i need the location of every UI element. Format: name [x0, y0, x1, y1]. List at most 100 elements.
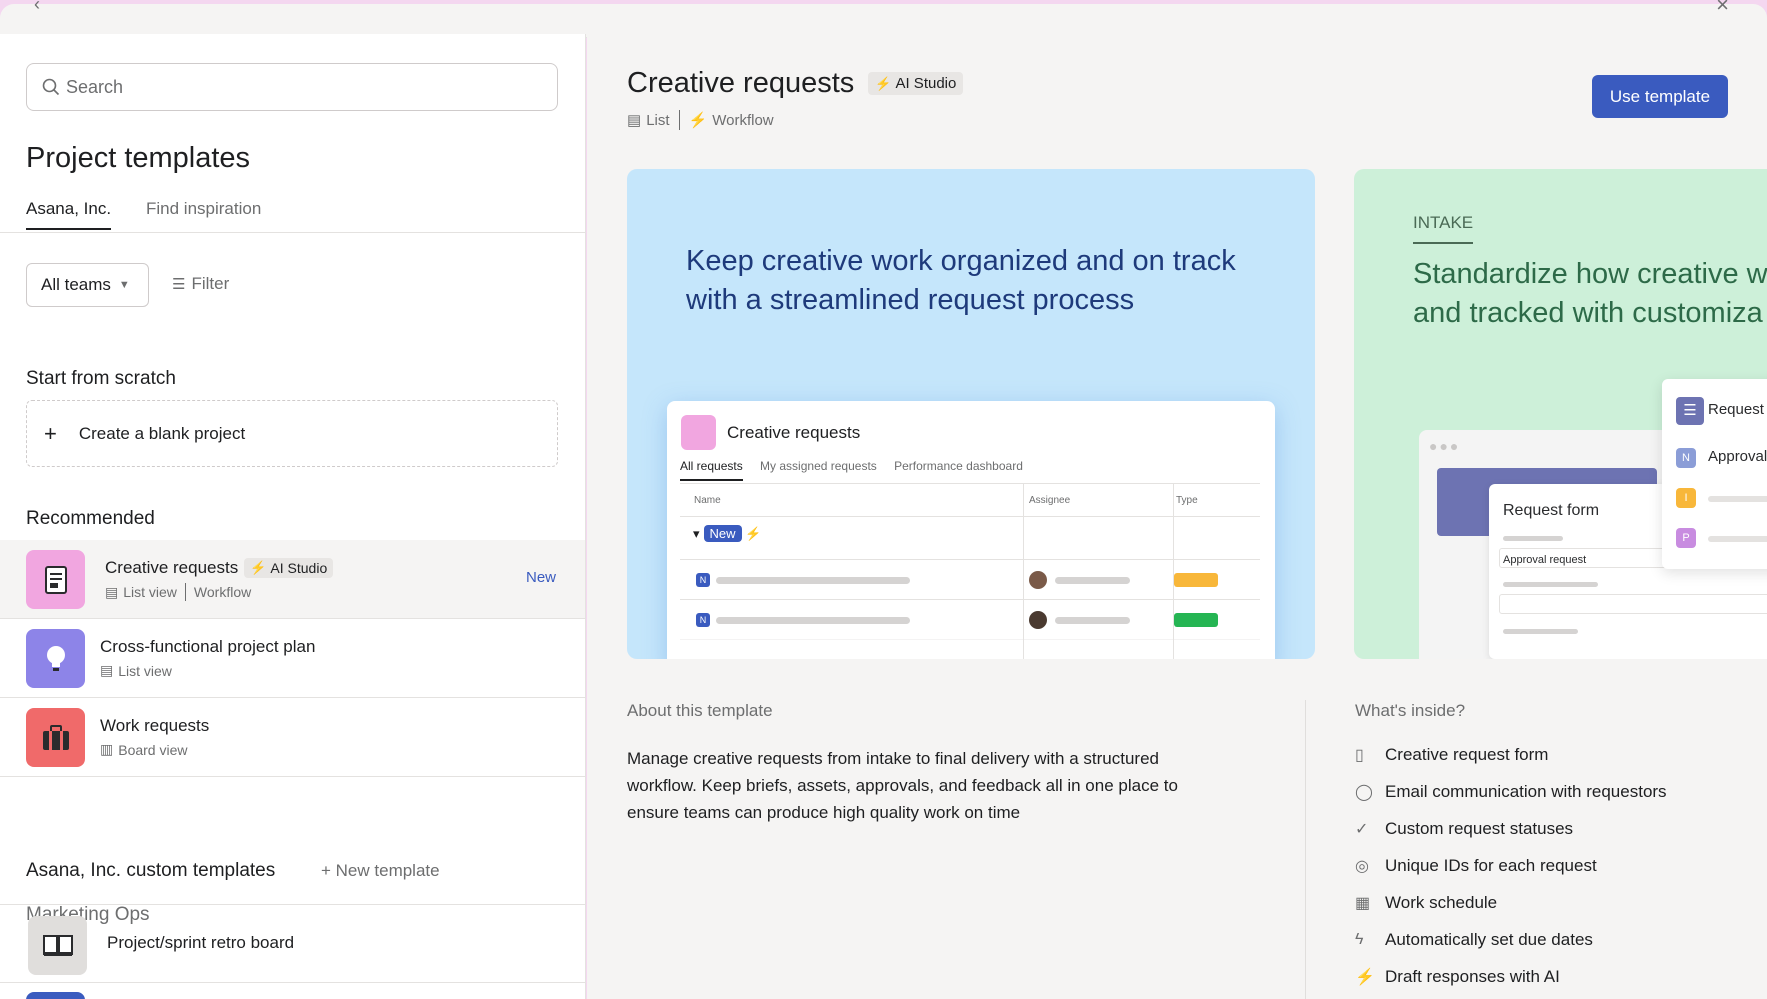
- mock-row: N: [680, 599, 1260, 639]
- custom-templates-heading: Asana, Inc. custom templates: [26, 860, 276, 881]
- search-input[interactable]: Search: [26, 63, 558, 111]
- all-teams-dropdown[interactable]: All teams ▼: [26, 263, 149, 307]
- list-view-icon: ▤: [100, 662, 114, 678]
- card-headline: Standardize how creative w and tracked wi…: [1413, 258, 1767, 330]
- chat-bubble-icon: ◯: [1355, 784, 1373, 801]
- new-template-button[interactable]: + New template: [321, 861, 440, 881]
- feature-item: ✓ Custom request statuses: [1355, 819, 1755, 839]
- check-circle-icon: ✓: [1355, 821, 1369, 838]
- badge-label: AI Studio: [895, 75, 957, 92]
- preview-card-intake[interactable]: INTAKE Standardize how creative w and tra…: [1354, 169, 1767, 659]
- ai-lightning-icon: ⚡: [1355, 969, 1375, 986]
- feature-label: Unique IDs for each request: [1385, 856, 1597, 875]
- list-view-icon: ▤: [105, 583, 119, 600]
- mock-tabs: All requests My assigned requests Perfor…: [680, 459, 1037, 481]
- feature-item: ◯ Email communication with requestors: [1355, 782, 1755, 802]
- fingerprint-icon: ◎: [1355, 858, 1369, 875]
- badge-label: AI Studio: [270, 560, 328, 576]
- mock-tab: All requests: [680, 459, 743, 481]
- template-name: Project/sprint retro board: [107, 933, 295, 952]
- col-header: Type: [1176, 495, 1198, 506]
- mock-group: ▾ New ⚡: [693, 525, 762, 542]
- template-tile-partial: [26, 992, 85, 999]
- lightbulb-icon: [26, 629, 85, 688]
- create-blank-project-button[interactable]: + Create a blank project: [26, 400, 558, 467]
- template-extra: Workflow: [193, 584, 252, 600]
- template-name: Cross-functional project plan: [100, 637, 316, 656]
- lightning-icon: ϟ: [1355, 931, 1364, 948]
- form-field: Approval request: [1503, 554, 1587, 566]
- template-row-cross-functional[interactable]: Cross-functional project plan ▤ List vie…: [0, 619, 585, 698]
- preview-meta: ▤ List ⚡ Workflow: [627, 110, 774, 130]
- close-icon[interactable]: ×: [1716, 0, 1729, 18]
- mock-request-panel: ☰ Request N Approval r I P: [1662, 379, 1767, 569]
- template-row-work-requests[interactable]: Work requests ▥ Board view: [0, 698, 585, 777]
- template-name: Creative requests: [105, 558, 239, 577]
- calendar-icon: ▦: [1355, 895, 1371, 912]
- template-sidebar: Search Project templates Asana, Inc. Fin…: [0, 34, 586, 999]
- type-tag: [1174, 613, 1218, 627]
- use-template-button[interactable]: Use template: [1592, 75, 1728, 118]
- plus-icon: +: [321, 861, 336, 880]
- filter-label: Filter: [191, 274, 230, 293]
- feature-label: Automatically set due dates: [1385, 930, 1593, 949]
- template-view: List view: [118, 662, 172, 679]
- list-view-icon: ▤: [627, 112, 642, 129]
- form-title: Request form: [1503, 502, 1600, 519]
- search-icon: [42, 78, 60, 96]
- feature-label: Email communication with requestors: [1385, 782, 1667, 801]
- recommended-heading: Recommended: [26, 508, 155, 529]
- lightning-icon: ⚡: [875, 75, 892, 91]
- feature-label: Custom request statuses: [1385, 819, 1574, 838]
- tab-asana[interactable]: Asana, Inc.: [26, 199, 112, 230]
- project-icon: [681, 415, 716, 450]
- about-text: Manage creative requests from intake to …: [627, 749, 1178, 822]
- briefcase-icon: [26, 708, 85, 767]
- card-label: INTAKE: [1413, 213, 1474, 244]
- card-headline: Keep creative work organized and on trac…: [686, 245, 1236, 317]
- panel-title: Request: [1708, 401, 1764, 418]
- feature-label: Creative request form: [1385, 745, 1549, 764]
- preview-card-overview[interactable]: Keep creative work organized and on trac…: [627, 169, 1315, 659]
- template-view: Board view: [118, 741, 188, 758]
- feature-item: ◎ Unique IDs for each request: [1355, 856, 1755, 876]
- page-title: Project templates: [26, 142, 251, 174]
- scratch-heading: Start from scratch: [26, 368, 176, 389]
- dialog-header: ‹ ×: [0, 0, 1767, 38]
- col-header: Assignee: [1029, 495, 1071, 506]
- project-mockup: Creative requests All requests My assign…: [667, 401, 1275, 659]
- preview-title: Creative requests: [627, 67, 855, 99]
- lightning-icon: ⚡: [688, 112, 708, 129]
- type-tag: [1174, 573, 1218, 587]
- ai-studio-badge: ⚡ AI Studio: [244, 558, 334, 578]
- mock-row: N: [680, 559, 1260, 599]
- about-heading: About this template: [627, 701, 773, 720]
- board-view-icon: ▥: [100, 741, 114, 757]
- meta-workflow: Workflow: [712, 111, 774, 129]
- template-row-retro-board[interactable]: Project/sprint retro board: [0, 904, 585, 983]
- filter-icon: ☰: [172, 276, 186, 293]
- template-view: List view: [123, 584, 177, 600]
- template-tabs: Asana, Inc. Find inspiration: [0, 199, 585, 233]
- plus-icon: +: [44, 420, 57, 446]
- tab-find-inspiration[interactable]: Find inspiration: [146, 199, 261, 228]
- whats-inside-heading: What's inside?: [1355, 701, 1466, 720]
- meta-view: List: [646, 111, 670, 129]
- group-pill: New: [703, 525, 742, 542]
- feature-item: ▦ Work schedule: [1355, 893, 1755, 913]
- mock-title: Creative requests: [727, 423, 861, 442]
- col-header: Name: [694, 495, 721, 506]
- feature-label: Draft responses with AI: [1385, 967, 1560, 986]
- ai-studio-badge: ⚡ AI Studio: [868, 72, 964, 95]
- filter-button[interactable]: ☰ Filter: [172, 274, 229, 294]
- feature-label: Work schedule: [1385, 893, 1498, 912]
- feature-item: ϟ Automatically set due dates: [1355, 930, 1755, 950]
- panel-item: Approval r: [1708, 448, 1767, 465]
- form-icon: ▯: [1355, 747, 1364, 764]
- template-preview: Creative requests ⚡ AI Studio ▤ List ⚡ Wo…: [587, 34, 1767, 999]
- feature-item: ⚡ Draft responses with AI: [1355, 967, 1755, 987]
- template-row-creative-requests[interactable]: Creative requests ⚡ AI Studio ▤ List view…: [0, 540, 585, 619]
- document-icon: [26, 550, 85, 609]
- new-tag: New: [525, 569, 556, 586]
- back-icon[interactable]: ‹: [34, 0, 40, 15]
